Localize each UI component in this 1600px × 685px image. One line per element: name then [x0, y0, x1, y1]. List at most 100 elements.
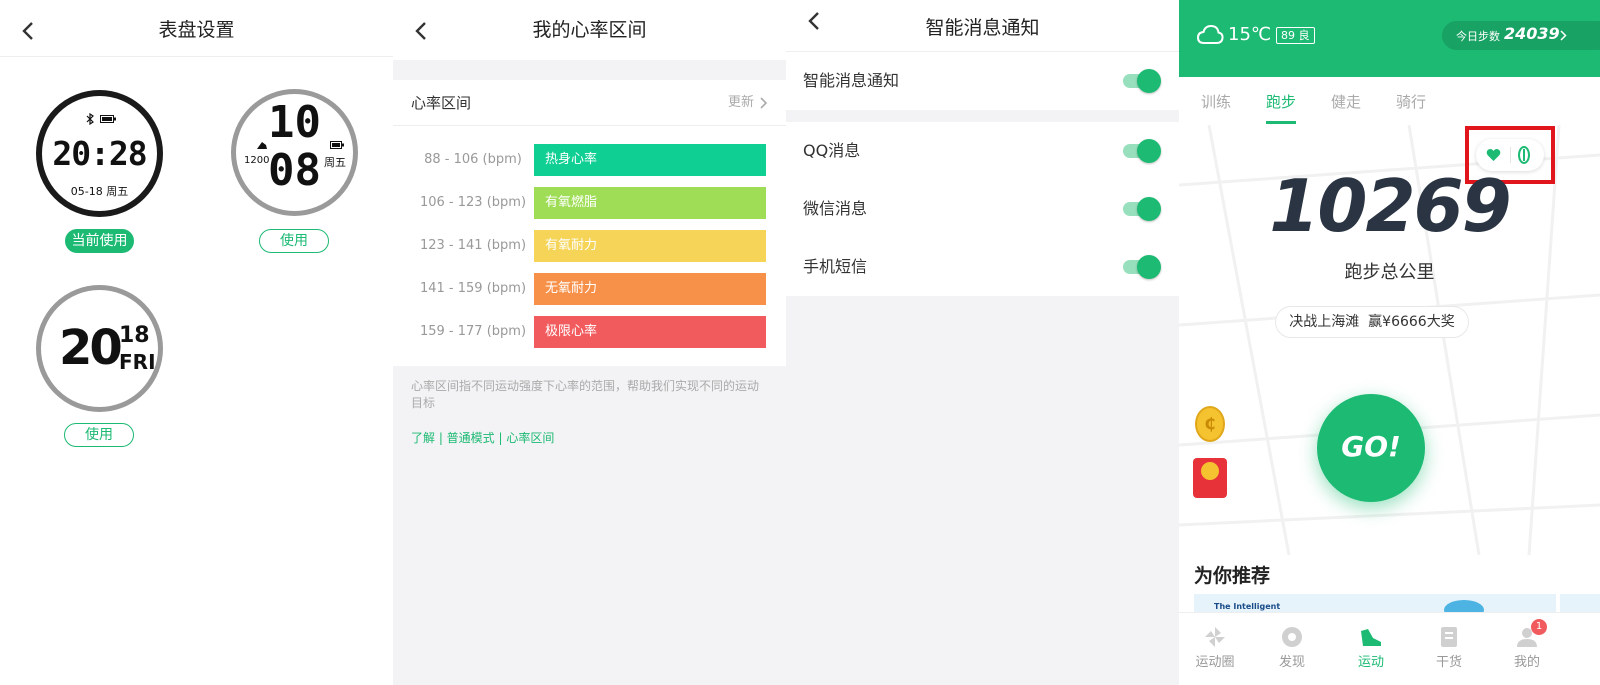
qq-message-row: QQ消息 [786, 122, 1179, 180]
today-steps-pill[interactable]: 今日步数 24039 [1442, 21, 1600, 50]
zone-range: 88 - 106 (bpm) [424, 152, 522, 167]
row-label: QQ消息 [803, 141, 861, 160]
zone-row: 123 - 141 (bpm) 有氧耐力 [393, 229, 786, 263]
go-label: GO! [1341, 430, 1401, 463]
go-button[interactable]: GO! [1317, 394, 1425, 502]
watch-steps: 1200 [244, 155, 270, 166]
recommend-banner-next[interactable] [1560, 594, 1600, 612]
today-steps-label: 今日步数 [1456, 30, 1500, 43]
use-button[interactable]: 使用 [64, 423, 134, 447]
notification-screen: 智能消息通知 智能消息通知 QQ消息 微信消息 手机短信 [786, 0, 1179, 685]
chevron-right-icon [1560, 30, 1567, 41]
zone-range: 123 - 141 (bpm) [419, 238, 527, 253]
zone-bar: 极限心率 [534, 316, 766, 348]
wechat-message-toggle[interactable] [1123, 197, 1161, 221]
sport-tabs: 训练 跑步 健走 骑行 [1179, 77, 1600, 125]
tab-cycling[interactable]: 骑行 [1396, 91, 1426, 112]
toggle-knob [1137, 197, 1161, 221]
aqi-badge: 89 良 [1276, 27, 1315, 44]
zone-range: 106 - 123 (bpm) [419, 195, 527, 210]
divider [0, 56, 393, 57]
row-label: 微信消息 [803, 199, 868, 218]
battery-icon [100, 115, 116, 123]
heart-rate-zone-list: 88 - 106 (bpm) 热身心率 106 - 123 (bpm) 有氧燃脂… [393, 126, 786, 366]
watch-day: 18 [119, 323, 150, 348]
smart-notification-row: 智能消息通知 [786, 52, 1179, 110]
row-label: 手机短信 [803, 257, 868, 276]
watch-weekday-en: FRI [119, 350, 156, 374]
zone-range: 159 - 177 (bpm) [419, 324, 527, 339]
battery-icon [330, 141, 344, 149]
learn-more-link[interactable]: 了解 | 普通模式 | 心率区间 [411, 429, 554, 446]
document-icon [1441, 627, 1457, 647]
current-use-button[interactable]: 当前使用 [65, 229, 134, 253]
nav-item-profile[interactable]: 1 我的 [1487, 613, 1567, 685]
sport-header: 15℃ 89 良 今日步数 24039 [1179, 0, 1600, 77]
top-bar: 我的心率区间 [393, 0, 786, 60]
shoe-device-icon [1518, 146, 1530, 164]
heart-rate-section-header[interactable]: 心率区间 更新 [393, 80, 786, 126]
zone-row: 88 - 106 (bpm) 热身心率 [393, 143, 786, 177]
heart-rate-screen: 我的心率区间 心率区间 更新 88 - 106 (bpm) 热身心率 106 -… [393, 0, 786, 685]
nav-item-moments[interactable]: 运动圈 [1179, 613, 1255, 685]
wechat-message-row: 微信消息 [786, 180, 1179, 238]
zone-row: 159 - 177 (bpm) 极限心率 [393, 315, 786, 349]
nav-label: 发现 [1278, 655, 1305, 670]
heart-rate-description: 心率区间指不同运动强度下心率的范围，帮助我们实现不同的运动目标 [411, 379, 760, 410]
zone-range: 141 - 159 (bpm) [419, 281, 527, 296]
pinwheel-icon [1205, 627, 1225, 647]
divider [1510, 147, 1511, 163]
watchface-screen: 表盘设置 20:28 05-18 周五 当前使用 10 08 1200 周五 使… [0, 0, 393, 685]
row-label: 智能消息通知 [803, 71, 900, 90]
smart-notification-toggle[interactable] [1123, 69, 1161, 93]
nav-label: 干货 [1435, 655, 1462, 670]
tab-walking[interactable]: 健走 [1331, 91, 1361, 112]
tab-running[interactable]: 跑步 [1266, 91, 1296, 112]
coin-button[interactable]: ₵ [1195, 406, 1225, 442]
today-steps-value: 24039 [1504, 24, 1560, 43]
active-tab-indicator [1266, 121, 1296, 124]
nav-item-discover[interactable]: 发现 [1252, 613, 1332, 685]
nav-label: 运动圈 [1195, 655, 1235, 670]
heart-icon [1486, 149, 1501, 161]
watch-weekday: 周五 [324, 156, 346, 169]
nav-item-articles[interactable]: 干货 [1409, 613, 1489, 685]
red-packet-button[interactable] [1193, 458, 1227, 498]
watchface-large-digits[interactable]: 10 08 1200 周五 [231, 89, 358, 216]
promo-pill[interactable]: 决战上海滩 赢¥6666大奖 [1275, 306, 1469, 338]
zone-row: 106 - 123 (bpm) 有氧燃脂 [393, 186, 786, 220]
chevron-right-icon [760, 97, 768, 109]
page-title: 我的心率区间 [532, 19, 647, 41]
zone-bar: 无氧耐力 [534, 273, 766, 305]
toggle-knob [1137, 69, 1161, 93]
watchface-digital[interactable]: 20:28 05-18 周五 [36, 90, 163, 217]
nav-item-sport[interactable]: 运动 [1331, 613, 1411, 685]
total-distance-label: 跑步总公里 [1344, 262, 1435, 283]
banner-text: The Intelligent [1214, 602, 1281, 611]
bluetooth-icon [86, 113, 94, 125]
sms-message-toggle[interactable] [1123, 255, 1161, 279]
toggle-knob [1137, 255, 1161, 279]
qq-message-toggle[interactable] [1123, 139, 1161, 163]
section-label: 心率区间 [411, 94, 472, 112]
tab-training[interactable]: 训练 [1201, 91, 1231, 112]
top-bar: 智能消息通知 [786, 0, 1179, 52]
nav-label: 运动 [1357, 655, 1384, 670]
compass-icon [1282, 627, 1302, 647]
update-label[interactable]: 更新 [728, 80, 754, 126]
recommend-banner[interactable]: The Intelligent [1194, 594, 1556, 614]
weather-temperature: 15℃ [1228, 24, 1272, 45]
top-bar: 表盘设置 [0, 0, 393, 60]
coin-icon: ₵ [1204, 414, 1216, 433]
sms-message-row: 手机短信 [786, 238, 1179, 296]
zone-row: 141 - 159 (bpm) 无氧耐力 [393, 272, 786, 306]
total-distance-value: 10269 [1269, 164, 1512, 248]
use-button[interactable]: 使用 [259, 229, 329, 253]
sport-screen: 15℃ 89 良 今日步数 24039 训练 跑步 健走 骑行 10269 跑步… [1179, 0, 1600, 685]
zone-bar: 热身心率 [534, 144, 766, 176]
page-title: 智能消息通知 [925, 17, 1040, 39]
zone-bar: 有氧耐力 [534, 230, 766, 262]
watchface-date[interactable]: 20 18 FRI [36, 285, 163, 412]
nav-label: 我的 [1513, 655, 1540, 670]
watch-date: 05-18 周五 [42, 183, 157, 199]
